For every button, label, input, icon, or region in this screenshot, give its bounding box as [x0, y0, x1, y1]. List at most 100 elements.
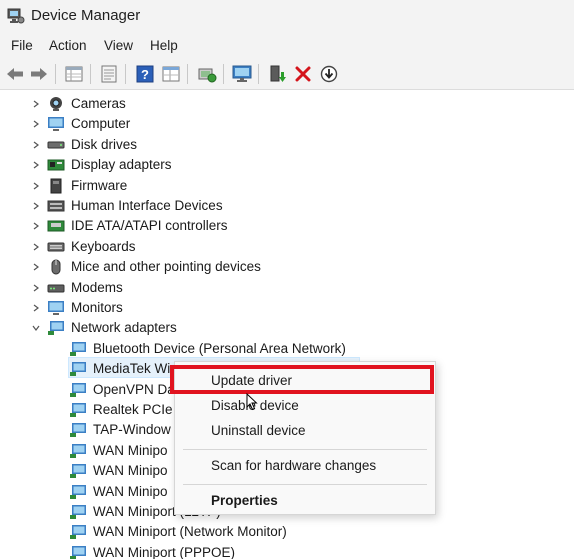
tree-category-firmware[interactable]: Firmware — [0, 176, 574, 196]
title-bar: Device Manager — [0, 0, 574, 32]
network-adapter-icon — [69, 443, 87, 459]
uninstall-icon[interactable] — [292, 63, 314, 85]
monitor-icon — [47, 300, 65, 316]
network-adapter-icon — [69, 361, 87, 377]
toolbar-separator — [187, 64, 188, 84]
menu-separator — [183, 449, 427, 450]
chevron-right-icon[interactable] — [31, 119, 41, 129]
tree-category-label: Cameras — [71, 96, 126, 111]
tree-category-human-interface-devices[interactable]: Human Interface Devices — [0, 196, 574, 216]
tree-category-cameras[interactable]: Cameras — [0, 94, 574, 114]
uninstall-device-menu-item[interactable]: Uninstall device — [175, 420, 435, 442]
camera-icon — [47, 96, 65, 112]
tree-category-label: Computer — [71, 116, 131, 132]
help-icon[interactable]: ? — [134, 63, 156, 85]
chevron-right-icon[interactable] — [31, 303, 41, 313]
network-adapter-icon — [69, 484, 87, 500]
hid-icon — [47, 198, 65, 214]
window-title: Device Manager — [31, 7, 141, 24]
chevron-right-icon[interactable] — [31, 140, 41, 150]
tree-device-label: TAP-Window — [93, 422, 171, 438]
show-hidden-icon[interactable] — [98, 63, 120, 85]
tree-device-label: WAN Miniport (Network Monitor) — [93, 524, 287, 540]
scan-hardware-menu-item[interactable]: Scan for hardware changes — [175, 455, 435, 477]
mouse-cursor-icon — [246, 393, 258, 411]
svg-text:?: ? — [141, 67, 149, 82]
tree-category-mice-and-other-pointing-devices[interactable]: Mice and other pointing devices — [0, 257, 574, 277]
chevron-right-icon[interactable] — [31, 160, 41, 170]
chevron-right-icon[interactable] — [31, 262, 41, 272]
tree-category-disk-drives[interactable]: Disk drives — [0, 135, 574, 155]
network-adapter-icon — [69, 504, 87, 520]
menu-file[interactable]: File — [11, 38, 33, 53]
disable-device-menu-item[interactable]: Disable device — [175, 395, 435, 417]
toolbar-separator — [258, 64, 259, 84]
tree-category-monitors[interactable]: Monitors — [0, 298, 574, 318]
menu-separator — [183, 484, 427, 485]
toolbar: ? — [0, 58, 574, 90]
back-icon[interactable] — [4, 63, 26, 85]
tree-device-item[interactable]: Bluetooth Device (Personal Area Network) — [0, 339, 574, 359]
enable-device-icon[interactable] — [267, 63, 289, 85]
mouse-icon — [47, 259, 65, 275]
tree-category-label: Firmware — [71, 177, 128, 193]
menu-help[interactable]: Help — [150, 38, 178, 53]
scan-icon[interactable] — [318, 63, 340, 85]
properties-grid-icon[interactable] — [63, 63, 85, 85]
ide-controller-icon — [47, 218, 65, 234]
tree-device-label: WAN Minipo — [93, 442, 168, 458]
network-adapter-icon — [69, 422, 87, 438]
tree-category-keyboards[interactable]: Keyboards — [0, 237, 574, 257]
tree-device-item[interactable]: WAN Miniport (Network Monitor) — [0, 522, 574, 542]
tree-device-label: MediaTek Wi — [93, 361, 171, 377]
tree-device-label: Realtek PCIe — [93, 402, 173, 417]
menu-action[interactable]: Action — [49, 38, 87, 53]
tree-device-label: Bluetooth Device (Personal Area Network) — [93, 340, 346, 356]
display-adapter-icon — [47, 157, 65, 173]
tree-category-display-adapters[interactable]: Display adapters — [0, 155, 574, 175]
update-driver-icon[interactable] — [196, 63, 218, 85]
network-adapter-icon — [69, 524, 87, 540]
tree-device-item[interactable]: WAN Miniport (PPPOE) — [0, 543, 574, 559]
menu-bar: File Action View Help — [0, 32, 574, 58]
update-driver-highlight-box — [170, 365, 434, 394]
chevron-right-icon[interactable] — [31, 201, 41, 211]
chevron-right-icon[interactable] — [31, 99, 41, 109]
chevron-right-icon[interactable] — [31, 181, 41, 191]
tree-device-label: WAN Minipo — [93, 483, 168, 499]
firmware-icon — [47, 178, 65, 194]
tree-category-label: Modems — [71, 279, 123, 295]
tree-category-label: Display adapters — [71, 157, 172, 173]
menu-view[interactable]: View — [104, 38, 133, 53]
toolbar-separator — [223, 64, 224, 84]
chevron-right-icon[interactable] — [31, 221, 41, 231]
properties-menu-item[interactable]: Properties — [175, 490, 435, 512]
modem-icon — [47, 280, 65, 296]
tree-category-computer[interactable]: Computer — [0, 114, 574, 134]
tree-category-ide-ata-atapi-controllers[interactable]: IDE ATA/ATAPI controllers — [0, 216, 574, 236]
chevron-right-icon[interactable] — [31, 283, 41, 293]
tree-category-label: Network adapters — [71, 320, 177, 336]
network-adapter-icon — [69, 545, 87, 559]
tree-device-label: WAN Minipo — [93, 463, 168, 479]
tree-category-label: IDE ATA/ATAPI controllers — [71, 218, 228, 234]
toolbar-separator — [55, 64, 56, 84]
network-adapter-icon — [69, 463, 87, 479]
disk-drive-icon — [47, 137, 65, 153]
device-manager-icon — [7, 7, 25, 25]
network-adapter-icon — [47, 320, 65, 336]
forward-icon[interactable] — [28, 63, 50, 85]
tree-category-modems[interactable]: Modems — [0, 278, 574, 298]
network-adapter-icon — [69, 402, 87, 418]
toolbar-separator — [125, 64, 126, 84]
network-adapter-icon — [69, 382, 87, 398]
tree-device-label: OpenVPN Da — [93, 381, 175, 397]
tree-category-label: Keyboards — [71, 238, 136, 254]
monitor-icon[interactable] — [231, 63, 253, 85]
chevron-down-icon[interactable] — [31, 323, 41, 333]
tree-category-label: Mice and other pointing devices — [71, 259, 261, 275]
tree-category-network-adapters[interactable]: Network adapters — [0, 318, 574, 338]
chevron-right-icon[interactable] — [31, 242, 41, 252]
tree-device-label: WAN Miniport (PPPOE) — [93, 544, 236, 559]
view-icon[interactable] — [160, 63, 182, 85]
